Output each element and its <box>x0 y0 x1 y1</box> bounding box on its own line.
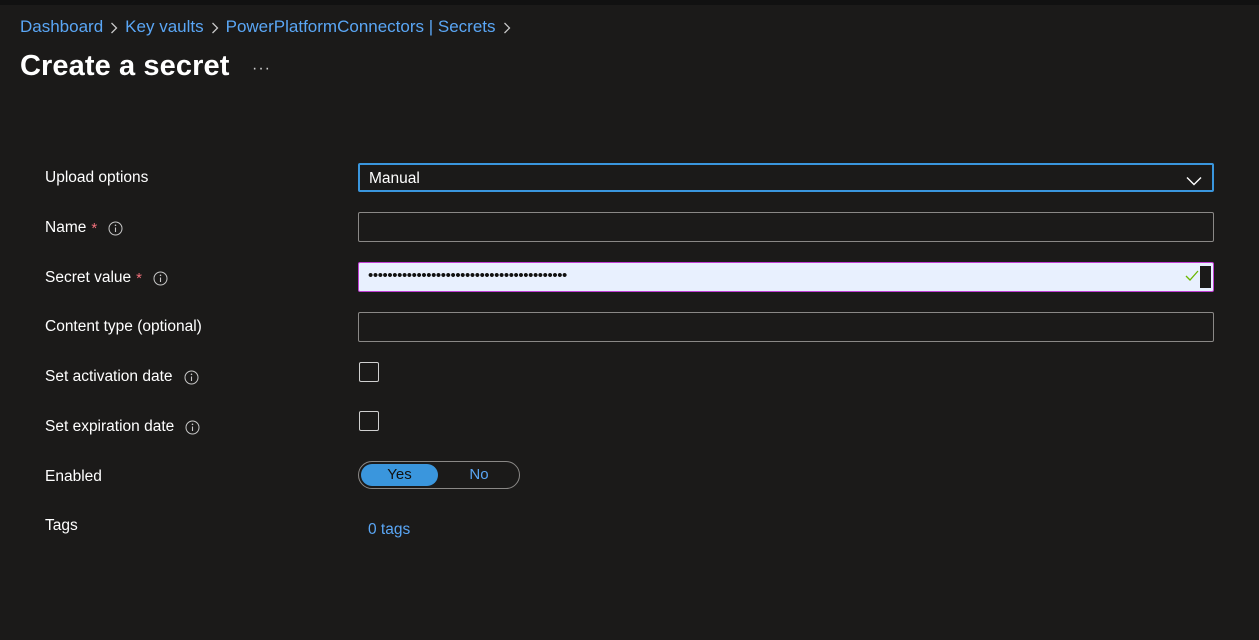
upload-options-value: Manual <box>369 170 420 187</box>
chevron-right-icon <box>204 17 226 37</box>
enabled-no-option[interactable]: No <box>439 464 519 486</box>
expiration-date-checkbox[interactable] <box>359 411 379 431</box>
more-icon[interactable]: ··· <box>252 60 271 78</box>
expiration-date-label-row: Set expiration date <box>45 418 200 436</box>
name-label: Name <box>45 219 87 236</box>
required-marker: * <box>136 269 143 287</box>
tags-label: Tags <box>45 517 78 534</box>
content-type-input[interactable] <box>358 312 1214 342</box>
top-bar <box>0 0 1259 5</box>
checkmark-icon <box>1185 269 1199 287</box>
activation-date-label-row: Set activation date <box>45 368 199 386</box>
upload-options-dropdown[interactable]: Manual <box>358 163 1214 192</box>
chevron-right-icon <box>496 17 518 37</box>
activation-date-checkbox[interactable] <box>359 362 379 382</box>
info-icon[interactable] <box>153 271 168 286</box>
required-marker: * <box>91 219 98 237</box>
enabled-toggle: Yes No <box>358 461 520 489</box>
breadcrumb-key-vaults[interactable]: Key vaults <box>125 17 203 37</box>
info-icon[interactable] <box>185 420 200 435</box>
upload-options-label-row: Upload options <box>45 169 148 187</box>
breadcrumb: Dashboard Key vaults PowerPlatformConnec… <box>20 17 518 37</box>
secret-value-label-row: Secret value * <box>45 269 168 287</box>
secret-value-masked: ••••••••••••••••••••••••••••••••••••••••… <box>368 267 567 284</box>
enabled-label: Enabled <box>45 468 102 485</box>
content-type-label-row: Content type (optional) <box>45 318 202 336</box>
enabled-label-row: Enabled <box>45 468 102 486</box>
tags-label-row: Tags <box>45 517 78 535</box>
chevron-down-icon <box>1186 173 1202 191</box>
info-icon[interactable] <box>108 221 123 236</box>
info-icon[interactable] <box>184 370 199 385</box>
name-input[interactable] <box>358 212 1214 242</box>
breadcrumb-dashboard[interactable]: Dashboard <box>20 17 103 37</box>
page-title: Create a secret <box>20 50 230 82</box>
text-cursor <box>1200 266 1211 288</box>
upload-options-label: Upload options <box>45 169 149 186</box>
content-type-label: Content type (optional) <box>45 318 202 335</box>
enabled-yes-option[interactable]: Yes <box>361 464 438 486</box>
tags-link[interactable]: 0 tags <box>368 521 410 539</box>
chevron-right-icon <box>103 17 125 37</box>
expiration-date-label: Set expiration date <box>45 418 175 435</box>
secret-value-input[interactable]: ••••••••••••••••••••••••••••••••••••••••… <box>358 262 1214 292</box>
secret-value-label: Secret value <box>45 269 132 286</box>
activation-date-label: Set activation date <box>45 368 173 385</box>
breadcrumb-secrets[interactable]: PowerPlatformConnectors | Secrets <box>226 17 496 37</box>
name-label-row: Name * <box>45 219 123 237</box>
